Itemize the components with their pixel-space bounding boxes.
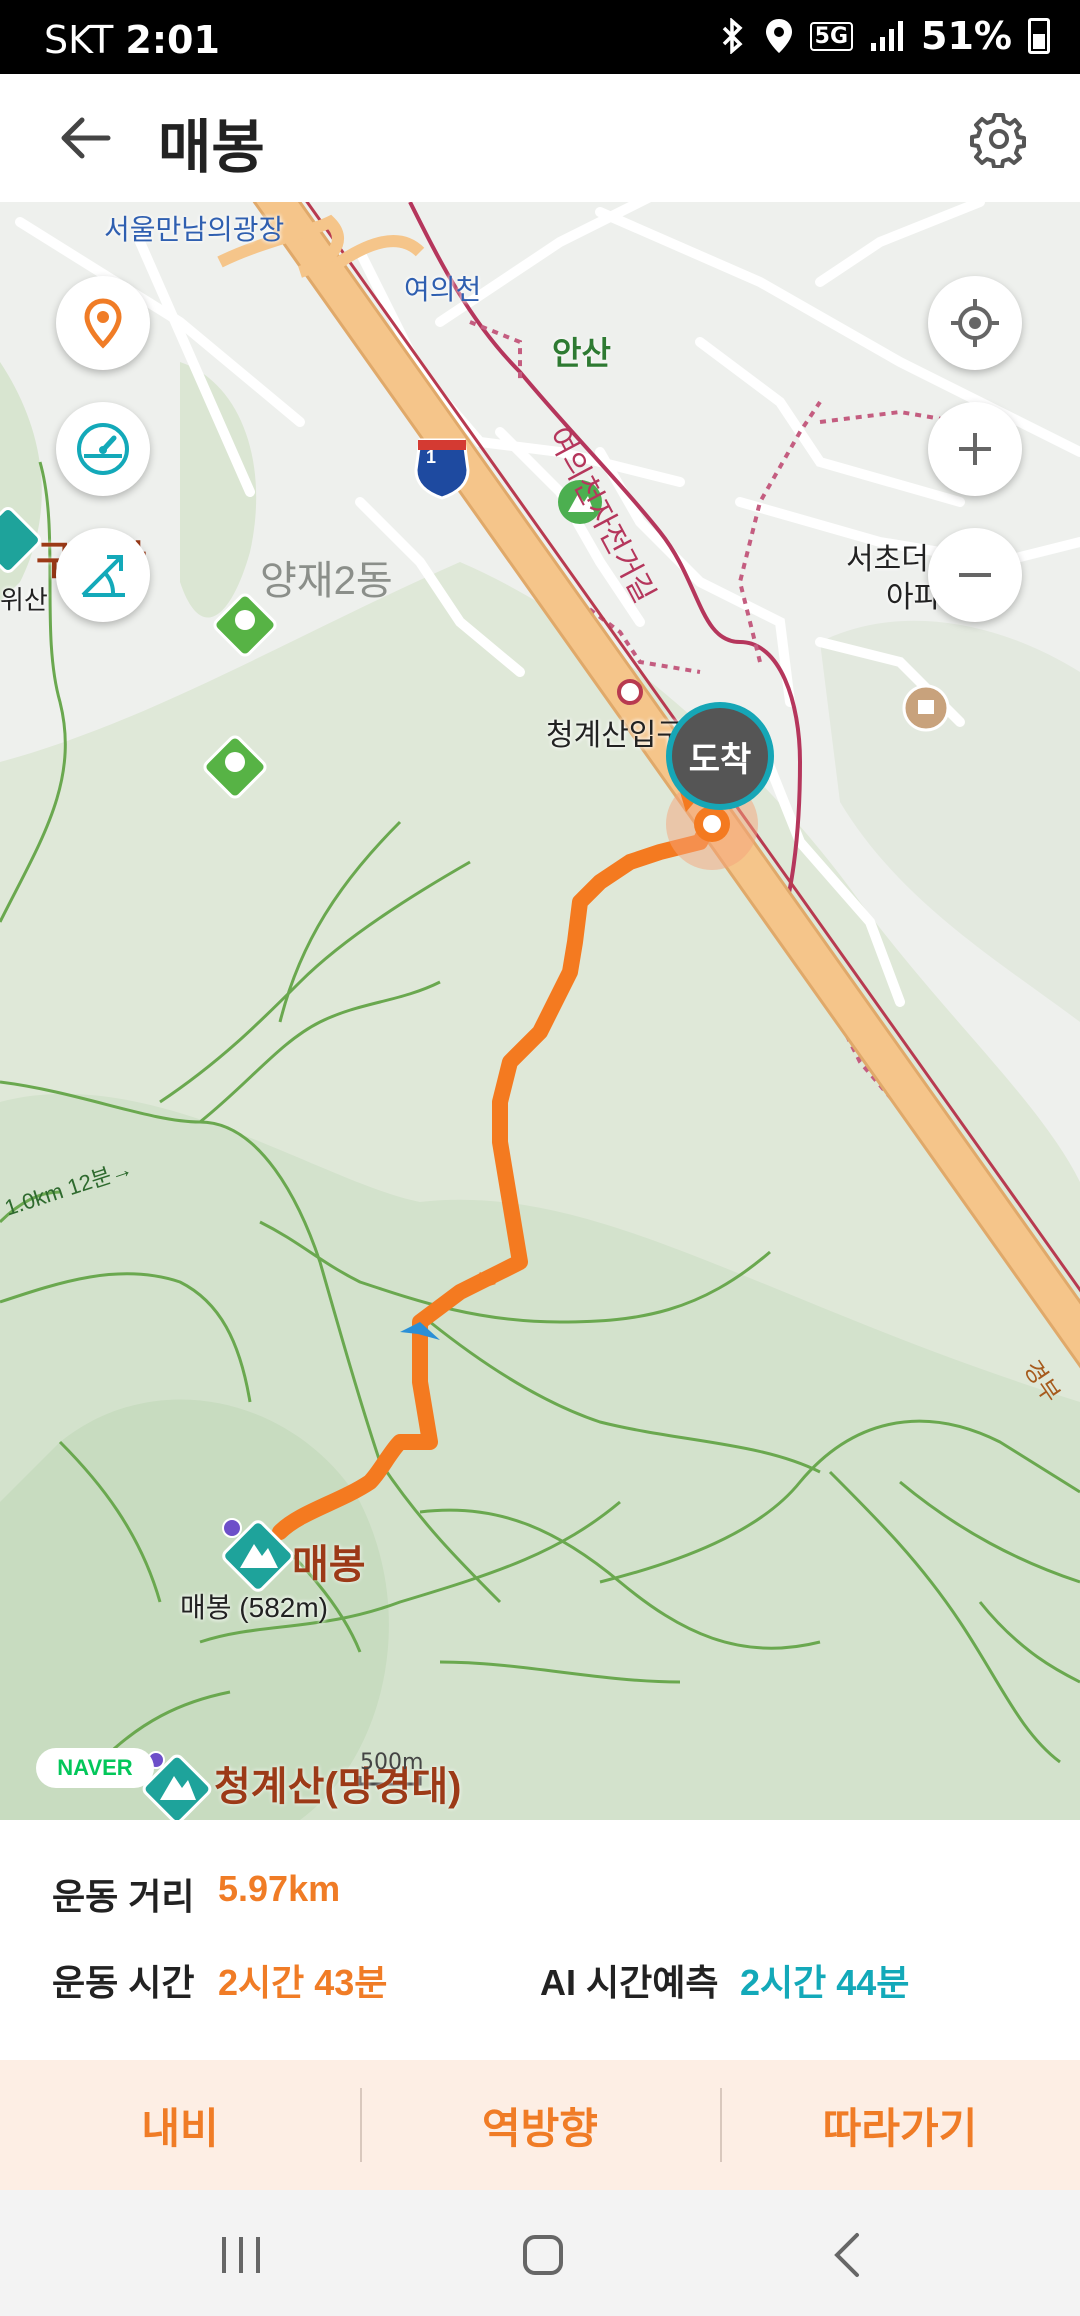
arrive-badge[interactable]: 도착 [666, 702, 774, 810]
zoom-in-button[interactable] [928, 402, 1022, 496]
carrier-name: SKT [44, 18, 114, 62]
map-scale: 500m [360, 1750, 424, 1775]
label-maebong-height: 매봉 (582m) [180, 1592, 328, 1623]
app-bar: 매봉 [0, 74, 1080, 202]
label-plaza: 서울만남의광장 [104, 214, 285, 245]
minus-icon [959, 573, 991, 577]
recent-apps-button[interactable] [206, 2220, 276, 2290]
altitude-button[interactable] [56, 528, 150, 622]
back-arrow-icon [61, 117, 111, 159]
distance-label: 운동 거리 [52, 1876, 195, 1917]
crosshair-icon [951, 299, 999, 347]
zoom-out-button[interactable] [928, 528, 1022, 622]
action-bar: 내비 역방향 따라가기 [0, 2060, 1080, 2190]
back-button[interactable] [56, 106, 120, 170]
stats-panel: 운동 거리 5.97km 운동 시간 2시간 43분 AI 시간예측 2시간 4… [0, 1820, 1080, 2060]
gear-icon [970, 113, 1026, 169]
back-nav-button[interactable] [812, 2220, 882, 2290]
location-icon [765, 19, 792, 53]
ai-time-label: AI 시간예측 [540, 1962, 719, 2003]
label-cheonggye: 청계산(망경대) [214, 1765, 462, 1809]
slope-icon [81, 555, 125, 597]
location-pin-icon [84, 298, 122, 349]
ai-time-value: 2시간 44분 [740, 1962, 910, 2003]
speedometer-icon [77, 423, 129, 475]
home-icon [523, 2235, 563, 2275]
map-view[interactable]: 1 서울만남의광장 여의천 안산 여의천자전거길 청계산입구 서초더 아파 양재… [0, 202, 1080, 1820]
recent-apps-icon [222, 2237, 260, 2273]
settings-button[interactable] [970, 110, 1028, 169]
building-marker [902, 684, 950, 732]
time-label: 운동 시간 [52, 1962, 195, 2003]
label-ansan: 안산 [552, 335, 611, 371]
bluetooth-icon [722, 18, 743, 54]
follow-button[interactable]: 따라가기 [720, 2060, 1080, 2190]
reverse-button[interactable]: 역방향 [360, 2060, 720, 2190]
clock: 2:01 [125, 18, 220, 62]
home-button[interactable] [508, 2220, 578, 2290]
distance-value: 5.97km [218, 1868, 341, 1909]
current-location-button[interactable] [928, 276, 1022, 370]
label-yangjae: 양재2동 [260, 559, 393, 603]
status-left: SKT 2:01 [44, 18, 220, 62]
time-value: 2시간 43분 [218, 1962, 388, 2003]
chevron-left-icon [834, 2233, 859, 2277]
label-station: 청계산입구 [546, 719, 684, 752]
my-location-pin-button[interactable] [56, 276, 150, 370]
naver-logo: NAVER [36, 1748, 154, 1788]
network-type: 5G [809, 21, 854, 51]
map-canvas [0, 202, 1080, 1820]
navi-button[interactable]: 내비 [0, 2060, 360, 2190]
page-title: 매봉 [158, 113, 265, 181]
battery-icon [1028, 18, 1050, 54]
battery-percent: 51% [921, 14, 1012, 58]
highway-number: 1 [426, 447, 437, 467]
label-stream: 여의천 [404, 274, 482, 305]
highway-shield [414, 438, 470, 500]
system-nav-bar [0, 2190, 1080, 2316]
label-maebong: 매봉 [292, 1543, 366, 1587]
signal-icon [871, 21, 904, 51]
status-right: 5G 51% [718, 14, 1050, 58]
plus-icon [959, 433, 991, 465]
label-guryong-sub: 위산 [0, 585, 48, 615]
status-bar: SKT 2:01 5G 51% [0, 0, 1080, 74]
speed-button[interactable] [56, 402, 150, 496]
